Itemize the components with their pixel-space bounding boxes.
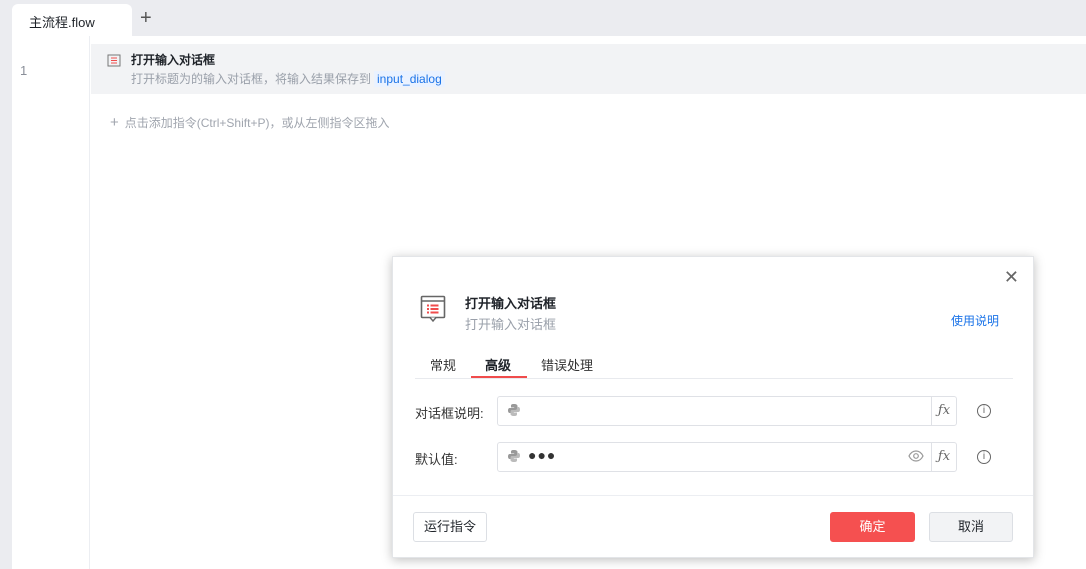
tab-advanced[interactable]: 高级 (485, 355, 511, 374)
add-hint-text: 点击添加指令(Ctrl+Shift+P)，或从左侧指令区拖入 (124, 116, 390, 130)
run-command-button[interactable]: 运行指令 (413, 512, 487, 542)
command-dialog: ✕ 打开输入对话框 打开输入对话框 使用说明 常规 高级 错误处理 对话框说明:… (392, 256, 1034, 558)
add-tab-button[interactable]: + (140, 7, 152, 30)
fx-icon[interactable]: ƒx (931, 443, 956, 471)
dialog-icon (107, 54, 121, 71)
tab-main-flow[interactable]: 主流程.flow (12, 4, 132, 36)
confirm-button[interactable]: 确定 (830, 512, 915, 542)
tab-general[interactable]: 常规 (430, 355, 456, 374)
dialog-subtitle: 打开输入对话框 (465, 317, 557, 332)
default-value-input[interactable]: ●●● ƒx (497, 442, 957, 472)
step-desc-text: 打开标题为的输入对话框，将输入结果保存到 (131, 72, 372, 86)
python-icon (507, 449, 521, 466)
active-tab-underline (471, 376, 527, 378)
step-title: 打开输入对话框 (131, 53, 216, 67)
help-link[interactable]: 使用说明 (951, 312, 999, 329)
tab-error-handling[interactable]: 错误处理 (541, 355, 593, 374)
fx-icon[interactable]: ƒx (931, 397, 956, 425)
dialog-footer-divider (393, 495, 1033, 496)
step-variable[interactable]: input_dialog (374, 71, 445, 87)
python-icon (507, 403, 521, 420)
field-label-dialog-description: 对话框说明: (415, 406, 484, 421)
tab-bar: 主流程.flow + (0, 0, 1086, 36)
flow-step-row[interactable]: 打开输入对话框 打开标题为的输入对话框，将输入结果保存到 input_dialog (91, 44, 1086, 94)
masked-value: ●●● (528, 447, 557, 463)
dialog-title: 打开输入对话框 (465, 296, 557, 311)
cancel-button[interactable]: 取消 (929, 512, 1013, 542)
dialog-icon (420, 295, 446, 326)
dialog-tabs: 常规 高级 错误处理 (415, 349, 1013, 379)
field-label-default-value: 默认值: (415, 452, 458, 467)
close-icon[interactable]: ✕ (1004, 267, 1019, 288)
eye-icon[interactable] (908, 450, 924, 465)
info-icon[interactable]: i (977, 450, 991, 464)
step-description: 打开标题为的输入对话框，将输入结果保存到 input_dialog (131, 70, 445, 87)
plus-icon: + (110, 114, 119, 131)
dialog-description-input[interactable]: ƒx (497, 396, 957, 426)
add-command-hint[interactable]: + 点击添加指令(Ctrl+Shift+P)，或从左侧指令区拖入 (110, 114, 389, 131)
line-gutter: 1 (12, 36, 90, 569)
info-icon[interactable]: i (977, 404, 991, 418)
line-number: 1 (20, 63, 28, 78)
